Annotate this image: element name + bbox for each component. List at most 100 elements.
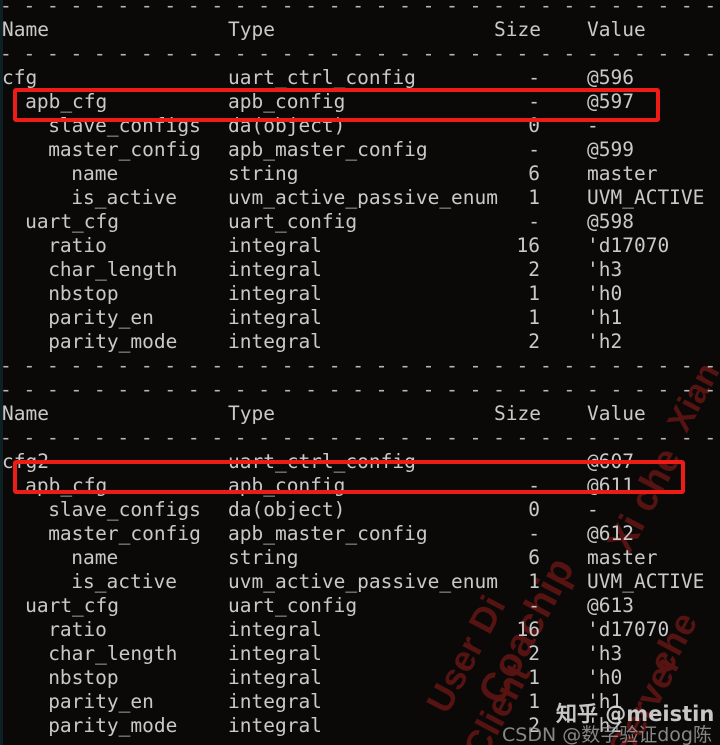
table-row[interactable]: nbstop integral 1 'h0 (0, 666, 720, 690)
cell-name: master_config (48, 138, 201, 161)
table-row[interactable]: name string 6 master (0, 546, 720, 570)
cell-value: @599 (587, 138, 634, 161)
cell-value: UVM_ACTIVE (587, 570, 705, 593)
table-row[interactable]: cfg uart_ctrl_config - @596 (0, 66, 720, 90)
cell-value: @596 (587, 66, 634, 89)
cell-name: name (71, 162, 119, 185)
table-row[interactable]: char_length integral 2 'h3 (0, 642, 720, 666)
table-separator: - - - - - - - - - - - - - - - - - - - - … (0, 738, 720, 745)
table-separator: - - - - - - - - - - - - - - - - - - - - … (0, 354, 717, 377)
table-row[interactable]: slave_configs da(object) 0 - (0, 114, 720, 138)
cell-value: 'h0 (587, 666, 623, 689)
table-header-row: Name Type Size Value (0, 402, 720, 426)
cell-name: uart_cfg (25, 210, 120, 233)
cell-value: @597 (587, 90, 634, 113)
terminal-window: Coachip Xi che User Di che Client Server Xian … (0, 0, 720, 745)
cell-type: apb_config (228, 474, 346, 497)
cell-name: cfg2 (2, 450, 49, 473)
table-row[interactable]: apb_cfg apb_config - @597 (0, 90, 720, 114)
cell-name: parity_en (48, 306, 154, 329)
cell-value: 'h3 (587, 258, 623, 281)
cell-type: uart_config (228, 594, 358, 617)
cell-name: is_active (71, 186, 177, 209)
cell-size: 2 (528, 642, 540, 665)
column-header-name: Name (2, 402, 49, 425)
terminal-text-area: - - - - - - - - - - - - - - - - - - - - … (0, 0, 720, 745)
table-row[interactable]: master_config apb_master_config - @599 (0, 138, 720, 162)
cell-size: 2 (528, 714, 540, 737)
cell-size: 6 (528, 546, 540, 569)
cell-value: 'd17070 (587, 618, 670, 641)
table-separator: - - - - - - - - - - - - - - - - - - - - … (0, 0, 717, 17)
cell-value: @598 (587, 210, 634, 233)
table-row[interactable]: name string 6 master (0, 162, 720, 186)
cell-size: 1 (528, 666, 540, 689)
column-header-type: Type (228, 18, 275, 41)
cell-size: 1 (528, 186, 540, 209)
cell-size: 6 (528, 162, 540, 185)
table-row[interactable]: ratio integral 16 'd17070 (0, 234, 720, 258)
table-row[interactable]: char_length integral 2 'h3 (0, 258, 720, 282)
cell-size: 0 (528, 114, 540, 137)
cell-type: integral (228, 306, 322, 329)
table-row[interactable]: is_active uvm_active_passive_enum 1 UVM_ACT… (0, 186, 720, 210)
cell-size: 1 (528, 282, 540, 305)
cell-value: @611 (587, 474, 634, 497)
cell-value: 'h3 (587, 642, 623, 665)
cell-type: apb_master_config (228, 522, 428, 545)
cell-value: @612 (587, 522, 634, 545)
column-header-type: Type (228, 402, 275, 425)
cell-name: is_active (71, 570, 177, 593)
cell-name: slave_configs (48, 498, 201, 521)
column-header-size: Size (494, 18, 541, 41)
cell-size: - (528, 474, 540, 497)
cell-type: integral (228, 666, 322, 689)
cell-type: integral (228, 618, 322, 641)
table-row[interactable]: slave_configs da(object) 0 - (0, 498, 720, 522)
cell-type: integral (228, 690, 322, 713)
cell-size: - (528, 90, 540, 113)
cell-type: integral (228, 234, 322, 257)
cell-name: ratio (48, 618, 107, 641)
cell-name: nbstop (48, 282, 119, 305)
table-row[interactable]: is_active uvm_active_passive_enum 1 UVM_ACT… (0, 570, 720, 594)
table-row[interactable]: parity_mode integral 2 'h2 (0, 330, 720, 354)
cell-name: apb_cfg (25, 474, 108, 497)
table-row[interactable]: parity_en integral 1 'h1 (0, 306, 720, 330)
table-row[interactable]: ratio integral 16 'd17070 (0, 618, 720, 642)
table-separator: - - - - - - - - - - - - - - - - - - - - … (0, 378, 717, 401)
cell-size: 16 (516, 234, 540, 257)
table-row[interactable]: apb_cfg apb_config - @611 (0, 474, 720, 498)
cell-name: cfg (2, 66, 38, 89)
table-row[interactable]: parity_mode integral 2 'h2 (0, 714, 720, 738)
table-row[interactable]: master_config apb_master_config - @612 (0, 522, 720, 546)
cell-size: - (528, 450, 540, 473)
column-header-size: Size (494, 402, 541, 425)
column-header-name: Name (2, 18, 49, 41)
cell-value: - (587, 498, 599, 521)
cell-size: 2 (528, 330, 540, 353)
cell-value: UVM_ACTIVE (587, 186, 705, 209)
cell-name: char_length (48, 258, 178, 281)
cell-type: uvm_active_passive_enum (228, 186, 499, 209)
cell-type: uart_config (228, 210, 358, 233)
table-separator: - - - - - - - - - - - - - - - - - - - - … (0, 42, 717, 65)
table-row[interactable]: uart_cfg uart_config - @598 (0, 210, 720, 234)
cell-type: integral (228, 258, 322, 281)
column-header-value: Value (587, 18, 646, 41)
cell-type: uart_ctrl_config (228, 66, 416, 89)
cell-type: apb_master_config (228, 138, 428, 161)
cell-name: slave_configs (48, 114, 201, 137)
cell-value: 'h2 (587, 330, 623, 353)
table-row[interactable]: cfg2 uart_ctrl_config - @607 (0, 450, 720, 474)
cell-size: 16 (516, 618, 540, 641)
cell-type: apb_config (228, 90, 346, 113)
table-row[interactable]: parity_en integral 1 'h1 (0, 690, 720, 714)
table-row[interactable]: uart_cfg uart_config - @613 (0, 594, 720, 618)
cell-name: parity_en (48, 690, 154, 713)
cell-size: - (528, 66, 540, 89)
table-row[interactable]: nbstop integral 1 'h0 (0, 282, 720, 306)
cell-type: string (228, 546, 299, 569)
cell-type: uart_ctrl_config (228, 450, 416, 473)
cell-value: 'h1 (587, 690, 623, 713)
